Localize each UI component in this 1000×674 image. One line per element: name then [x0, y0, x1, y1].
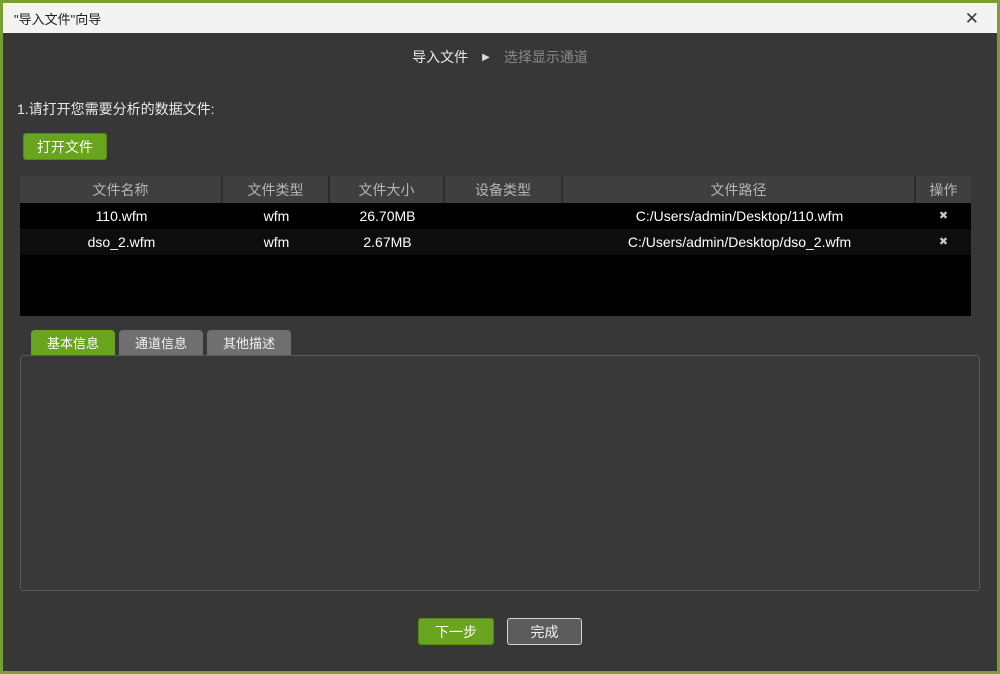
table-row[interactable]: dso_2.wfm wfm 2.67MB C:/Users/admin/Desk… — [20, 229, 971, 255]
cell-device-type — [445, 203, 563, 229]
info-panel — [20, 355, 980, 591]
delete-row-icon[interactable]: ✖ — [939, 211, 948, 222]
header-file-size: 文件大小 — [330, 176, 445, 203]
header-file-path: 文件路径 — [563, 176, 916, 203]
header-file-type: 文件类型 — [223, 176, 330, 203]
close-icon[interactable]: ✕ — [961, 8, 983, 29]
table-row[interactable]: 110.wfm wfm 26.70MB C:/Users/admin/Deskt… — [20, 203, 971, 229]
step-next: 选择显示通道 — [504, 47, 588, 67]
header-action: 操作 — [916, 176, 971, 203]
open-file-button[interactable]: 打开文件 — [23, 133, 107, 160]
cell-device-type — [445, 229, 563, 255]
import-file-wizard-dialog: "导入文件"向导 ✕ 导入文件 ▶ 选择显示通道 1.请打开您需要分析的数据文件… — [0, 0, 1000, 674]
cell-file-path: C:/Users/admin/Desktop/110.wfm — [563, 203, 916, 229]
step-arrow-icon: ▶ — [482, 52, 490, 63]
cell-file-type: wfm — [223, 203, 330, 229]
step-indicator: 导入文件 ▶ 选择显示通道 — [3, 47, 997, 67]
window-title: "导入文件"向导 — [14, 9, 961, 28]
tab-basic-info[interactable]: 基本信息 — [31, 330, 115, 355]
header-device-type: 设备类型 — [445, 176, 563, 203]
instruction-text: 1.请打开您需要分析的数据文件: — [17, 99, 997, 119]
cell-file-size: 2.67MB — [330, 229, 445, 255]
info-tabs: 基本信息 通道信息 其他描述 — [31, 330, 997, 355]
cell-file-name: 110.wfm — [20, 203, 223, 229]
step-current: 导入文件 — [412, 47, 468, 67]
file-table-header: 文件名称 文件类型 文件大小 设备类型 文件路径 操作 — [20, 176, 971, 203]
tab-channel-info[interactable]: 通道信息 — [119, 330, 203, 355]
cell-file-type: wfm — [223, 229, 330, 255]
file-table: 文件名称 文件类型 文件大小 设备类型 文件路径 操作 110.wfm wfm … — [20, 176, 971, 316]
finish-button[interactable]: 完成 — [507, 618, 582, 645]
delete-row-icon[interactable]: ✖ — [939, 237, 948, 248]
tab-other-desc[interactable]: 其他描述 — [207, 330, 291, 355]
next-step-button[interactable]: 下一步 — [418, 618, 494, 645]
header-file-name: 文件名称 — [20, 176, 223, 203]
cell-file-name: dso_2.wfm — [20, 229, 223, 255]
footer: 下一步 完成 — [3, 618, 997, 645]
cell-file-path: C:/Users/admin/Desktop/dso_2.wfm — [563, 229, 916, 255]
cell-file-size: 26.70MB — [330, 203, 445, 229]
titlebar: "导入文件"向导 ✕ — [3, 3, 997, 33]
